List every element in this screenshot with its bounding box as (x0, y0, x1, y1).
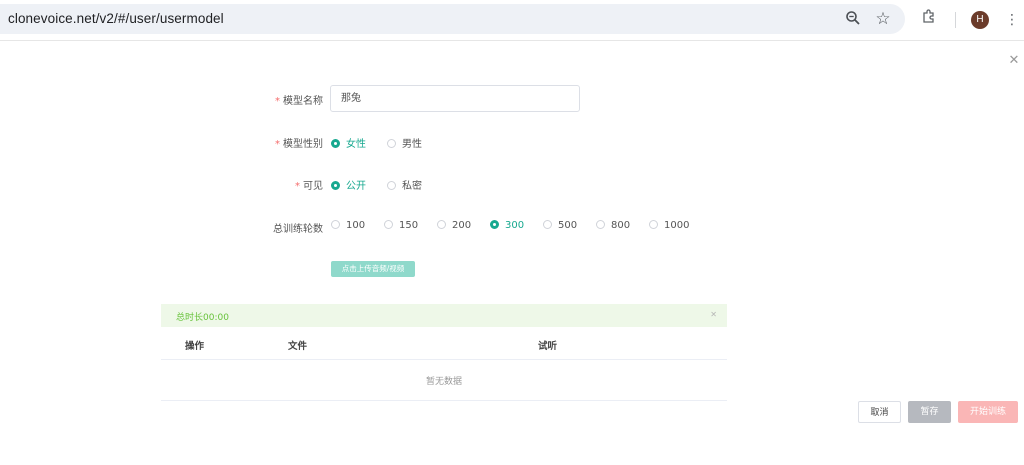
radio-unchecked-icon (437, 220, 446, 229)
url-text[interactable]: clonevoice.net/v2/#/user/usermodel (8, 11, 224, 26)
address-bar[interactable]: clonevoice.net/v2/#/user/usermodel ☆ (0, 4, 905, 34)
radio-unchecked-icon (649, 220, 658, 229)
radio-unchecked-icon (384, 220, 393, 229)
radio-gender-male[interactable]: 男性 (387, 135, 422, 150)
close-icon[interactable]: ✕ (1008, 54, 1020, 67)
radio-epochs-1000[interactable]: 1000 (649, 220, 689, 231)
cancel-button[interactable]: 取消 (858, 401, 901, 423)
browser-toolbar: clonevoice.net/v2/#/user/usermodel ☆ H ⋮ (0, 0, 1024, 41)
required-marker: * (275, 96, 280, 107)
profile-avatar[interactable]: H (971, 11, 989, 29)
radio-epochs-150[interactable]: 150 (384, 220, 418, 231)
table-header: 操作 文件 试听 (161, 327, 727, 360)
radio-gender-female[interactable]: 女性 (331, 135, 366, 150)
model-gender-label: * 模型性别 (275, 139, 323, 150)
menu-icon[interactable]: ⋮ (1001, 9, 1023, 31)
bookmark-star-icon[interactable]: ☆ (874, 10, 892, 28)
column-header-preview: 试听 (538, 341, 558, 352)
radio-checked-icon (331, 139, 340, 148)
radio-epochs-300[interactable]: 300 (490, 220, 524, 231)
radio-epochs-100[interactable]: 100 (331, 220, 365, 231)
extensions-icon[interactable] (918, 9, 940, 31)
empty-state-text: 暂无数据 (425, 377, 462, 387)
duration-alert: 总时长00:00 ✕ (161, 304, 727, 327)
required-marker: * (275, 139, 280, 150)
alert-close-icon[interactable]: ✕ (710, 310, 717, 319)
visibility-label: * 可见 (295, 181, 323, 192)
radio-unchecked-icon (543, 220, 552, 229)
model-name-label: * 模型名称 (275, 96, 323, 107)
column-header-actions: 操作 (185, 341, 205, 352)
radio-checked-icon (490, 220, 499, 229)
radio-epochs-800[interactable]: 800 (596, 220, 630, 231)
radio-visibility-private[interactable]: 私密 (387, 177, 422, 192)
required-marker: * (295, 181, 300, 192)
total-duration: 总时长00:00 (176, 313, 229, 323)
table-empty-row: 暂无数据 (161, 360, 727, 401)
upload-media-button[interactable]: 点击上传音频/视频 (331, 261, 415, 277)
radio-unchecked-icon (387, 139, 396, 148)
zoom-icon[interactable] (844, 10, 862, 28)
column-header-file: 文件 (288, 341, 308, 352)
toolbar-divider (955, 12, 956, 28)
radio-visibility-public[interactable]: 公开 (331, 177, 366, 192)
radio-checked-icon (331, 181, 340, 190)
start-training-button[interactable]: 开始训练 (958, 401, 1018, 423)
radio-epochs-200[interactable]: 200 (437, 220, 471, 231)
epochs-label: 总训练轮数 (273, 224, 323, 235)
save-draft-button[interactable]: 暂存 (908, 401, 951, 423)
radio-epochs-500[interactable]: 500 (543, 220, 577, 231)
model-name-input[interactable]: 那兔 (330, 85, 580, 112)
radio-unchecked-icon (596, 220, 605, 229)
radio-unchecked-icon (331, 220, 340, 229)
radio-unchecked-icon (387, 181, 396, 190)
